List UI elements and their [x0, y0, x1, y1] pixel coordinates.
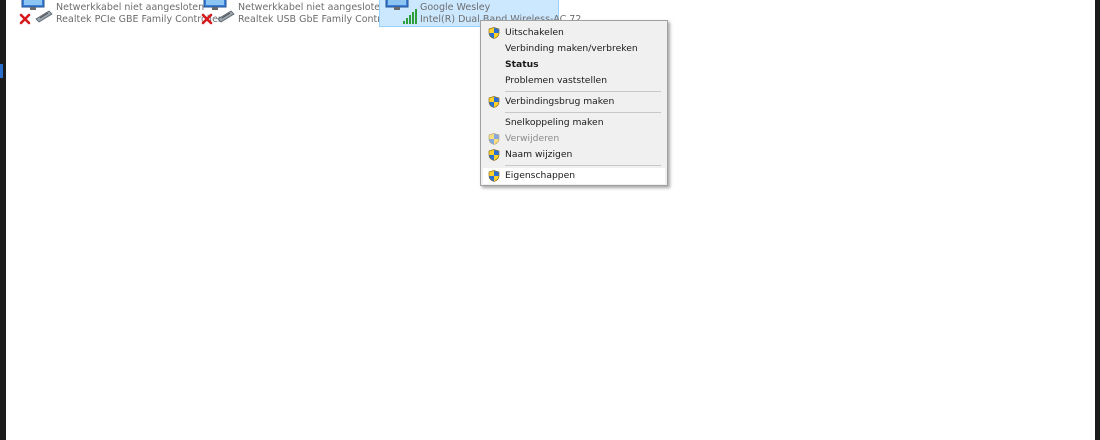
menu-item-label: Problemen vaststellen	[505, 75, 608, 86]
wifi-adapter-icon	[385, 0, 417, 24]
window-right-border	[1095, 0, 1100, 440]
ethernet-disconnected-icon	[201, 0, 235, 25]
network-connections-window: Netwerkkabel niet aangesloten Realtek PC…	[0, 0, 1100, 440]
uac-shield-icon	[488, 149, 500, 161]
adapter-device: Realtek USB GbE Family Controller	[238, 14, 402, 25]
menu-item-status[interactable]: Status	[483, 57, 665, 73]
menu-item-label: Snelkoppeling maken	[505, 117, 604, 128]
menu-item-label: Verbinding maken/verbreken	[505, 43, 638, 54]
adapter-device: Realtek PCIe GBE Family Controller	[56, 14, 222, 25]
menu-item-label: Eigenschappen	[505, 170, 576, 181]
uac-shield-icon	[488, 27, 500, 39]
adapter-status: Netwerkkabel niet aangesloten	[56, 2, 205, 13]
adapter-ethernet-1[interactable]: Netwerkkabel niet aangesloten Realtek PC…	[16, 0, 222, 27]
menu-separator	[505, 91, 661, 92]
menu-item-naam-wijzigen[interactable]: Naam wijzigen	[483, 147, 665, 163]
adapter-ethernet-2[interactable]: Netwerkkabel niet aangesloten Realtek US…	[198, 0, 402, 27]
uac-shield-icon	[488, 96, 500, 108]
menu-item-verwijderen: Verwijderen	[483, 131, 665, 147]
menu-item-label: Status	[505, 59, 539, 70]
menu-separator	[505, 112, 661, 113]
menu-item-verbindingsbrug[interactable]: Verbindingsbrug maken	[483, 94, 665, 110]
adapter-network-name: Google Wesley	[420, 2, 491, 13]
menu-item-label: Uitschakelen	[505, 27, 564, 38]
ethernet-disconnected-icon	[19, 0, 53, 25]
menu-separator	[505, 165, 661, 166]
menu-item-label: Verwijderen	[505, 133, 560, 144]
menu-item-eigenschappen[interactable]: Eigenschappen	[483, 168, 665, 184]
menu-item-verbinding[interactable]: Verbinding maken/verbreken	[483, 41, 665, 57]
uac-shield-icon	[488, 170, 500, 182]
context-menu: Uitschakelen Verbinding maken/verbreken …	[480, 20, 668, 186]
focus-accent	[0, 64, 3, 78]
menu-item-snelkoppeling[interactable]: Snelkoppeling maken	[483, 115, 665, 131]
menu-item-label: Naam wijzigen	[505, 149, 573, 160]
menu-item-problemen[interactable]: Problemen vaststellen	[483, 73, 665, 89]
menu-item-uitschakelen[interactable]: Uitschakelen	[483, 25, 665, 41]
uac-shield-icon	[488, 133, 500, 145]
menu-item-label: Verbindingsbrug maken	[505, 96, 615, 107]
adapter-status: Netwerkkabel niet aangesloten	[238, 2, 387, 13]
